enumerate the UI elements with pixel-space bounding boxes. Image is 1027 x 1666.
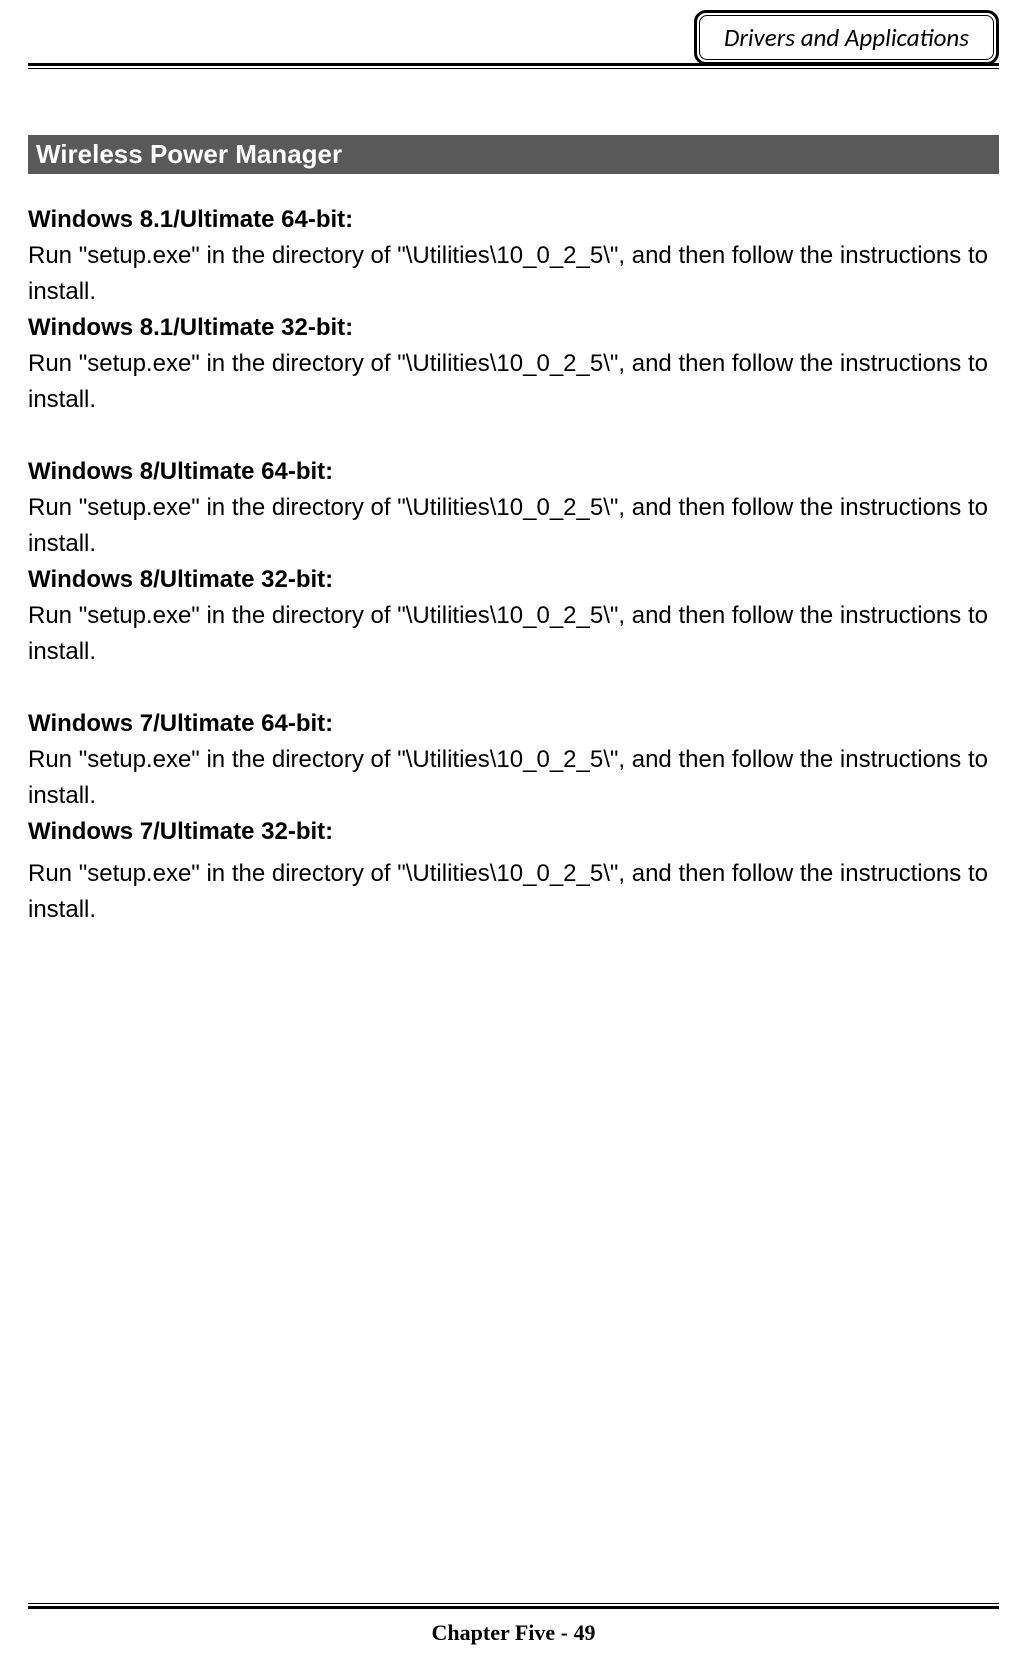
entry-text: Run "setup.exe" in the directory of "\Ut…: [28, 238, 999, 310]
os-group: Windows 8/Ultimate 64-bit: Run "setup.ex…: [28, 454, 999, 670]
entry-heading: Windows 7/Ultimate 32-bit:: [28, 814, 999, 850]
entry-text: Run "setup.exe" in the directory of "\Ut…: [28, 346, 999, 418]
entry-text: Run "setup.exe" in the directory of "\Ut…: [28, 856, 999, 928]
entry-text: Run "setup.exe" in the directory of "\Ut…: [28, 598, 999, 670]
entry-text: Run "setup.exe" in the directory of "\Ut…: [28, 490, 999, 562]
section-heading: Wireless Power Manager: [28, 135, 999, 174]
entry-heading: Windows 8.1/Ultimate 64-bit:: [28, 202, 999, 238]
header-badge-text: Drivers and Applications: [699, 15, 994, 60]
header-badge: Drivers and Applications: [694, 10, 999, 65]
top-divider: [28, 63, 999, 69]
os-group: Windows 8.1/Ultimate 64-bit: Run "setup.…: [28, 202, 999, 418]
os-group: Windows 7/Ultimate 64-bit: Run "setup.ex…: [28, 706, 999, 928]
entry-heading: Windows 8/Ultimate 64-bit:: [28, 454, 999, 490]
entry-heading: Windows 8/Ultimate 32-bit:: [28, 562, 999, 598]
entry-heading: Windows 8.1/Ultimate 32-bit:: [28, 310, 999, 346]
bottom-divider: [28, 1603, 999, 1609]
entry-heading: Windows 7/Ultimate 64-bit:: [28, 706, 999, 742]
entry-text: Run "setup.exe" in the directory of "\Ut…: [28, 742, 999, 814]
page-footer: Chapter Five - 49: [0, 1620, 1027, 1646]
page-content: Wireless Power Manager Windows 8.1/Ultim…: [28, 135, 999, 964]
body-block: Windows 8.1/Ultimate 64-bit: Run "setup.…: [28, 202, 999, 928]
